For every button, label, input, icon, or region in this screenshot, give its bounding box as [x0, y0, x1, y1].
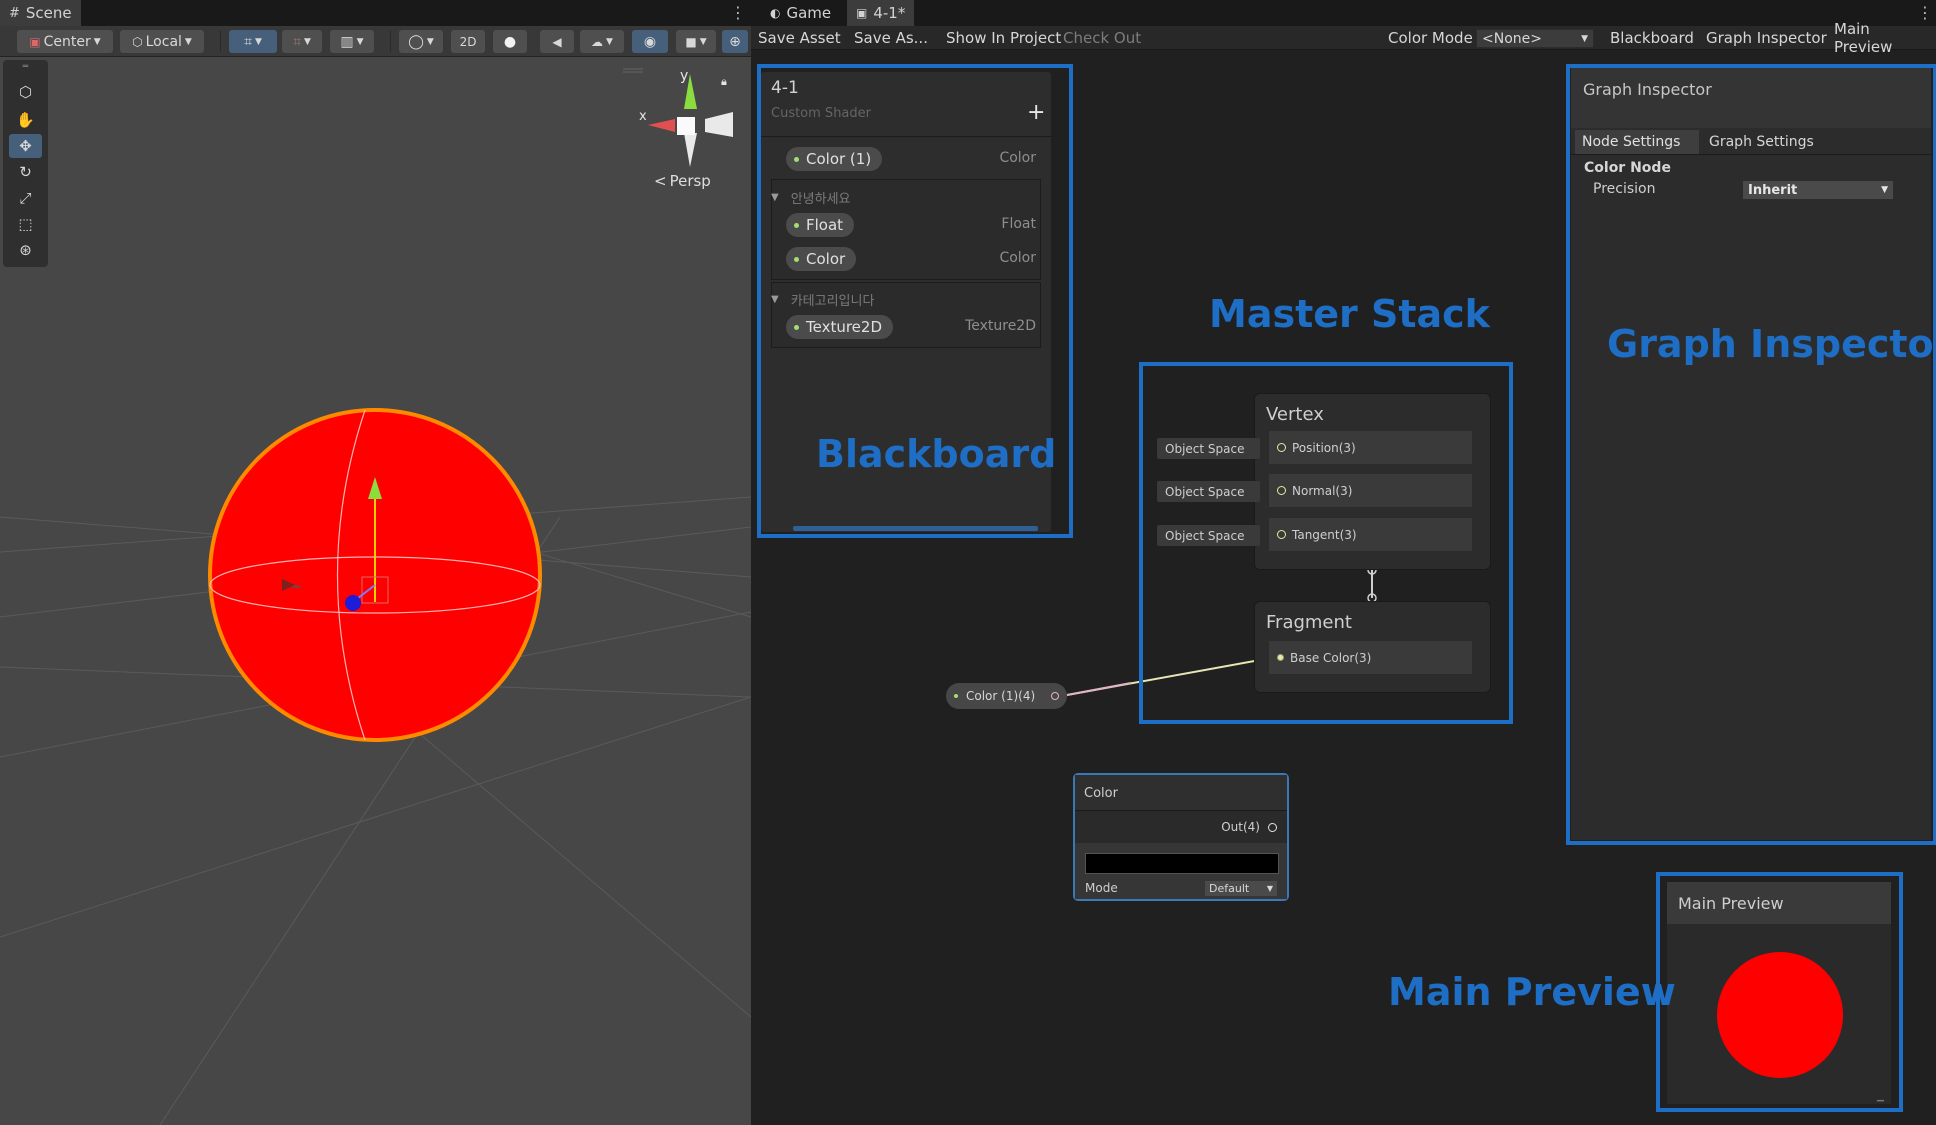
color-node-title: Color [1084, 786, 1118, 801]
chevron-down-icon: ▼ [699, 36, 707, 47]
output-socket-icon[interactable] [1268, 822, 1277, 832]
eye-off-icon: ◉ [643, 33, 657, 50]
cube-icon: ⬡ [132, 34, 143, 49]
scene-menu-icon[interactable]: ⋮ [730, 3, 746, 22]
mode-value: Default [1209, 882, 1250, 895]
mode-dropdown[interactable]: Default ▼ [1205, 881, 1277, 896]
speaker-icon: ◀ [552, 34, 562, 49]
scene-viewport[interactable] [0, 57, 751, 1125]
color-node-output[interactable]: Out(4) [1221, 820, 1277, 834]
property-dot-icon [954, 694, 958, 698]
tab-scene-label: Scene [25, 4, 72, 22]
audio-toggle[interactable]: ◀ [540, 30, 574, 53]
sphere-shading-icon: ◯ [408, 33, 424, 50]
edge-start [1066, 682, 1132, 696]
pivot-icon: ▣ [29, 34, 41, 49]
camera-dropdown[interactable]: ■ ▼ [676, 30, 716, 53]
mode-2d-toggle[interactable]: 2D [451, 30, 485, 53]
chevron-down-icon: ▼ [1266, 884, 1273, 893]
pivot-mode-dropdown[interactable]: ▣ Center ▼ [17, 30, 113, 53]
property-node-label: Color (1)(4) [966, 689, 1036, 703]
align-grid-button[interactable]: ▥ ▼ [330, 30, 374, 53]
gizmo-x-label: x [639, 109, 647, 124]
snap-icon: ⌗ [293, 33, 301, 50]
color-swatch[interactable] [1085, 853, 1279, 874]
chevron-down-icon: ▼ [426, 36, 434, 47]
effects-icon: ☁ [591, 34, 604, 49]
chevron-down-icon: ▼ [184, 36, 192, 47]
grid-icon: # [9, 5, 20, 21]
tab-scene[interactable]: # Scene [0, 0, 81, 26]
grid-snap-button[interactable]: ⌗ ▼ [229, 30, 277, 53]
lightbulb-icon: ● [503, 33, 517, 50]
mode-label: Mode [1085, 881, 1118, 895]
mode-2d-label: 2D [459, 34, 477, 49]
scene-toolbar: ▣ Center ▼ ⬡ Local ▼ ⌗ ▼ ⌗ ▼ ▥ ▼ ◯ ▼ 2D [0, 26, 751, 57]
increment-snap-button[interactable]: ⌗ ▼ [282, 30, 322, 53]
globe-icon: ⊕ [729, 33, 741, 50]
projection-toggle[interactable]: < Persp [654, 172, 711, 190]
master-stack-callout [1139, 362, 1513, 724]
color-node[interactable]: Color Out(4) Mode Default ▼ [1073, 773, 1289, 901]
shading-mode-dropdown[interactable]: ◯ ▼ [399, 30, 443, 53]
chevron-down-icon: ▼ [303, 36, 311, 47]
master-stack-annotation: Master Stack [1209, 292, 1490, 336]
property-node-color[interactable]: Color (1)(4) [946, 683, 1067, 709]
space-mode-dropdown[interactable]: ⬡ Local ▼ [120, 30, 204, 53]
main-preview-annotation: Main Preview [1388, 970, 1676, 1014]
graph-inspector-callout [1566, 64, 1936, 845]
grid-snap-icon: ⌗ [244, 33, 252, 50]
scene-view[interactable]: # Scene ⋮ ▣ Center ▼ ⬡ Local ▼ ⌗ ▼ ⌗ ▼ ▥… [0, 0, 751, 1125]
scene-tab-bar: # Scene ⋮ [0, 0, 751, 26]
gizmo-y-label: y [680, 68, 689, 84]
effects-dropdown[interactable]: ☁ ▼ [580, 30, 624, 53]
perspective-icon: < [654, 172, 667, 190]
output-label: Out(4) [1221, 820, 1260, 834]
lock-icon[interactable]: 🔒︎ [721, 75, 727, 89]
lighting-toggle[interactable]: ● [493, 30, 527, 53]
space-mode-label: Local [145, 33, 182, 50]
chevron-down-icon: ▼ [356, 36, 364, 47]
chevron-down-icon: ▼ [93, 36, 101, 47]
main-preview-callout [1656, 872, 1903, 1112]
chevron-down-icon: ▼ [606, 36, 613, 47]
chevron-down-icon: ▼ [254, 36, 262, 47]
camera-icon: ■ [685, 34, 697, 49]
gizmos-toggle[interactable]: ⊕ [722, 30, 748, 53]
pivot-mode-label: Center [43, 33, 91, 50]
output-socket-icon[interactable] [1051, 692, 1059, 700]
ruler-icon: ▥ [340, 33, 354, 50]
scene-visibility-toggle[interactable]: ◉ [632, 30, 668, 53]
shader-graph-window: ◐ Game ▣ 4-1* ⋮ Save Asset Save As... Sh… [751, 0, 1936, 1125]
graph-inspector-annotation: Graph Inspector [1607, 322, 1936, 366]
projection-label: Persp [669, 172, 711, 190]
